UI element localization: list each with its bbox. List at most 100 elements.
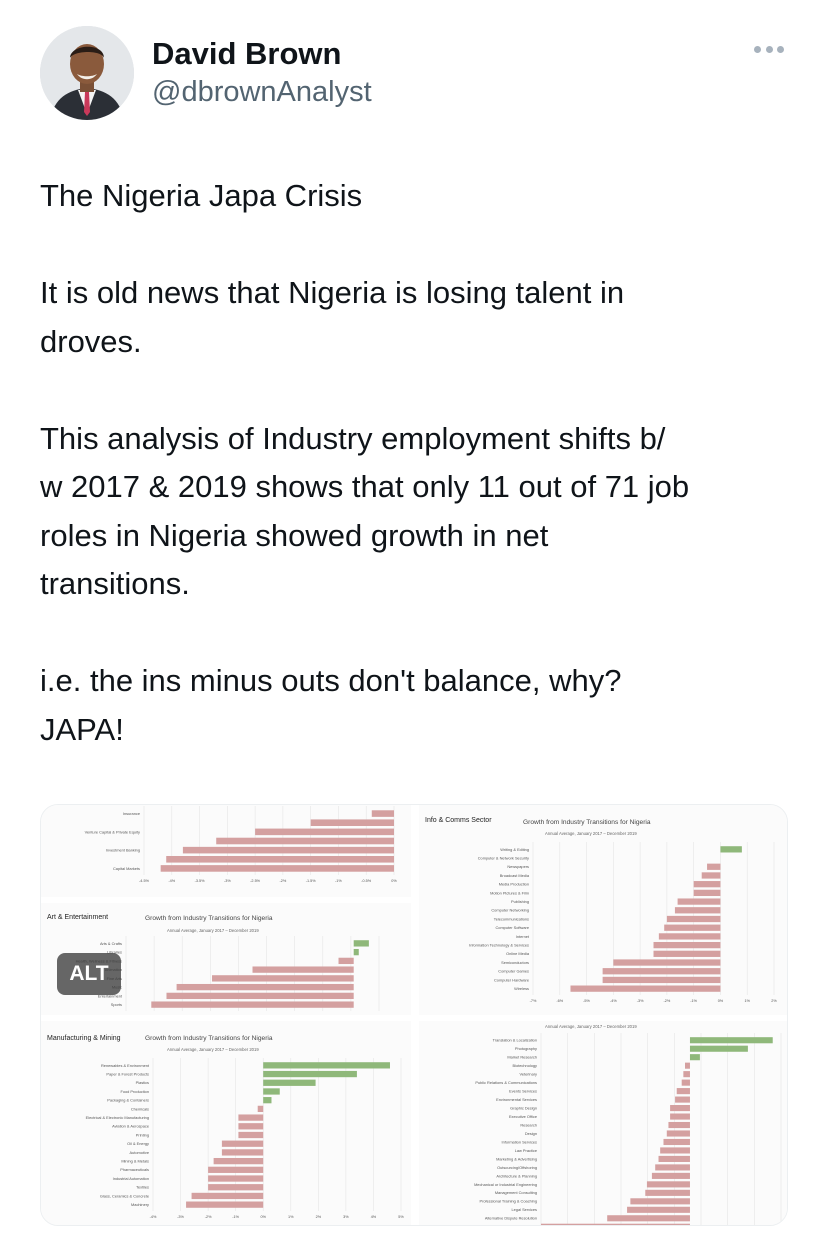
bar <box>651 1172 690 1179</box>
y-category-label: Plastics <box>136 1080 149 1085</box>
y-category-label: Architecture & Planning <box>496 1173 537 1178</box>
bar <box>570 985 721 992</box>
y-category-label: Law Practice <box>515 1148 537 1153</box>
x-tick-label: -3% <box>637 999 644 1003</box>
author-name[interactable]: David Brown <box>152 36 341 72</box>
x-tick-label: -4% <box>610 999 617 1003</box>
bar <box>655 1164 690 1171</box>
y-category-label: Glass, Ceramics & Concrete <box>100 1193 149 1198</box>
x-tick-label: -4% <box>168 879 175 883</box>
chart-panel-professional-services: Annual Average, January 2017 – December … <box>419 1021 787 1226</box>
bar <box>664 924 721 931</box>
bar <box>668 1121 690 1129</box>
bar <box>221 1149 264 1156</box>
bar <box>216 837 394 845</box>
chart-subtitle: Annual Average, January 2017 – December … <box>167 928 259 933</box>
y-category-label: Renewables & Environment <box>101 1063 150 1068</box>
y-category-label: Oil & Energy <box>127 1141 149 1146</box>
y-category-label: Media Production <box>499 882 529 887</box>
bar <box>607 1215 690 1222</box>
bar <box>176 983 354 991</box>
bar <box>182 846 394 854</box>
y-category-label: Paper & Forest Products <box>106 1071 149 1076</box>
x-tick-label: -1% <box>335 879 342 883</box>
bar <box>541 1223 690 1225</box>
bar <box>186 1201 264 1208</box>
x-tick-label: -1% <box>690 999 697 1003</box>
y-category-label: Information Technology & Services <box>469 943 529 948</box>
bar <box>208 1166 264 1173</box>
bar <box>685 1062 690 1069</box>
y-category-label: Veterinary <box>519 1072 537 1077</box>
chart-title: Growth from Industry Transitions for Nig… <box>523 819 651 826</box>
y-category-label: Food Production <box>120 1089 149 1094</box>
chart-subtitle: Annual Average, January 2017 – December … <box>167 1047 259 1052</box>
x-tick-label: -5% <box>583 999 590 1003</box>
y-category-label: Biotechnology <box>513 1063 537 1068</box>
bar <box>666 915 721 923</box>
x-tick-label: 2% <box>316 1215 322 1219</box>
bar <box>683 1071 690 1078</box>
bar <box>653 950 721 957</box>
bar <box>658 1155 690 1162</box>
chart-panel-manufacturing-mining: Manufacturing & Mining Growth from Indust… <box>41 1021 411 1225</box>
y-category-label: Accounting <box>518 1224 537 1226</box>
bar <box>653 941 721 949</box>
bar <box>663 1138 690 1146</box>
x-tick-label: 4% <box>371 1215 377 1219</box>
bar <box>670 1105 690 1112</box>
y-category-label: Mining & Metals <box>121 1159 149 1164</box>
bar <box>310 819 394 827</box>
y-category-label: Executive Office <box>509 1114 537 1119</box>
bar <box>221 1140 264 1147</box>
bar <box>676 1088 690 1095</box>
chart-sector-label: Info & Comms Sector <box>425 817 492 824</box>
y-category-label: Capital Markets <box>113 866 140 871</box>
x-tick-label: 0% <box>260 1215 266 1219</box>
y-category-label: Telecommunications <box>494 916 529 921</box>
bar <box>677 898 721 905</box>
y-category-label: Computer Games <box>498 969 529 974</box>
bar <box>160 865 394 872</box>
y-category-label: Automotive <box>130 1150 149 1155</box>
alt-text-badge[interactable]: ALT <box>57 953 121 995</box>
y-category-label: Computer Networking <box>491 908 529 913</box>
y-category-label: Printing <box>136 1132 149 1137</box>
bar <box>255 828 394 836</box>
y-category-label: Translation & Localization <box>493 1038 537 1043</box>
y-category-label: Newspapers <box>507 864 529 869</box>
bar <box>212 975 354 982</box>
chart-panel-info-comms: Info & Comms Sector Growth from Industry … <box>419 805 787 1015</box>
bar <box>353 948 359 956</box>
y-category-label: Broadcast Media <box>500 873 530 878</box>
y-category-label: Photography <box>515 1046 537 1051</box>
author-avatar[interactable] <box>40 26 134 120</box>
more-options-icon[interactable] <box>754 42 784 56</box>
chart-title: Growth from Industry Transitions for Nig… <box>145 1035 273 1042</box>
tweet-line: w 2017 & 2019 shows that only 11 out of … <box>40 469 690 504</box>
x-tick-label: -0.5% <box>361 879 372 883</box>
tweet-media[interactable]: -4.5% -4% -3.5% -3% -2.5% -2% -1.5% -1% -0.5% 0% I… <box>40 804 788 1226</box>
bar <box>263 1097 272 1104</box>
y-category-label: Writing & Editing <box>500 847 529 852</box>
bar <box>670 1113 690 1120</box>
y-category-label: Computer Hardware <box>494 977 529 982</box>
tweet-line: It is old news that Nigeria is losing ta… <box>40 275 625 310</box>
bar <box>191 1192 264 1200</box>
bar <box>602 968 721 975</box>
author-handle[interactable]: @dbrownAnalyst <box>152 76 372 109</box>
x-tick-label: -3% <box>224 879 231 883</box>
x-tick-label: -2% <box>664 999 671 1003</box>
bar <box>674 907 721 914</box>
bar <box>720 846 742 853</box>
x-tick-label: -1% <box>232 1215 239 1219</box>
bar <box>660 1147 690 1154</box>
bar <box>630 1198 690 1205</box>
bar <box>238 1131 264 1139</box>
x-tick-label: 1% <box>288 1215 294 1219</box>
x-tick-label: 0% <box>718 999 724 1003</box>
y-category-label: Events Services <box>509 1089 537 1094</box>
tweet-line: droves. <box>40 323 142 359</box>
bar <box>166 992 354 1000</box>
x-tick-label: 2% <box>771 999 777 1003</box>
